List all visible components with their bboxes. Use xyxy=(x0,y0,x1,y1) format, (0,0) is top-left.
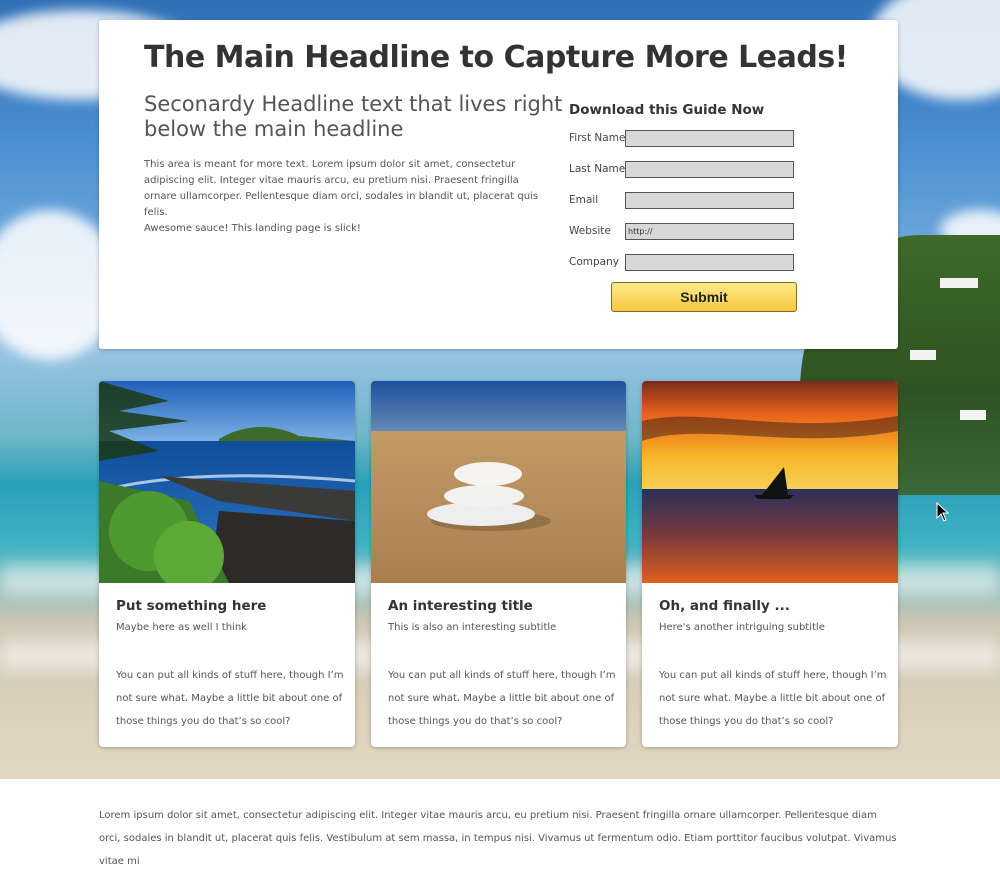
email-input[interactable] xyxy=(625,192,794,209)
card-body: You can put all kinds of stuff here, tho… xyxy=(388,670,616,727)
website-input[interactable] xyxy=(625,223,794,240)
intro-tagline: Awesome sauce! This landing page is slic… xyxy=(144,223,361,234)
company-label: Company xyxy=(569,256,619,268)
card-title: An interesting title xyxy=(388,598,533,614)
company-row: Company xyxy=(569,254,799,274)
card-subtitle: Here's another intriguing subtitle xyxy=(659,622,825,633)
stacked-stones-photo xyxy=(371,381,626,583)
first-name-row: First Name xyxy=(569,130,799,150)
last-name-input[interactable] xyxy=(625,161,794,178)
last-name-label: Last Name xyxy=(569,163,626,175)
secondary-headline: Seconardy Headline text that lives right… xyxy=(144,92,563,141)
footer-text: Lorem ipsum dolor sit amet, consectetur … xyxy=(99,810,897,867)
hillside-house xyxy=(960,410,986,420)
card-body: You can put all kinds of stuff here, tho… xyxy=(659,670,887,727)
feature-card: Oh, and finally ... Here's another intri… xyxy=(642,381,898,747)
feature-card: An interesting title This is also an int… xyxy=(371,381,626,747)
card-subtitle: Maybe here as well I think xyxy=(116,622,247,633)
main-headline: The Main Headline to Capture More Leads! xyxy=(144,40,848,75)
stacked-stones-image xyxy=(371,381,626,583)
feature-card: Put something here Maybe here as well I … xyxy=(99,381,355,747)
rocky-coast-photo xyxy=(99,381,355,583)
first-name-input[interactable] xyxy=(625,130,794,147)
card-title: Oh, and finally ... xyxy=(659,598,790,614)
email-label: Email xyxy=(569,194,599,206)
company-input[interactable] xyxy=(625,254,794,271)
hillside-house xyxy=(910,350,936,360)
submit-button[interactable]: Submit xyxy=(611,282,797,312)
intro-text: This area is meant for more text. Lorem … xyxy=(144,157,539,237)
hillside-house xyxy=(940,278,978,288)
card-title: Put something here xyxy=(116,598,267,614)
first-name-label: First Name xyxy=(569,132,626,144)
intro-paragraph: This area is meant for more text. Lorem … xyxy=(144,159,539,218)
website-row: Website xyxy=(569,223,799,243)
rocky-coast-image xyxy=(99,381,355,583)
lead-capture-panel: The Main Headline to Capture More Leads!… xyxy=(99,20,898,349)
form-title: Download this Guide Now xyxy=(569,102,765,118)
card-body: You can put all kinds of stuff here, tho… xyxy=(116,670,344,727)
mouse-pointer-icon xyxy=(936,502,950,522)
website-label: Website xyxy=(569,225,611,237)
card-subtitle: This is also an interesting subtitle xyxy=(388,622,557,633)
sunset-sailboat-image xyxy=(642,381,898,583)
last-name-row: Last Name xyxy=(569,161,799,181)
email-row: Email xyxy=(569,192,799,212)
sunset-sailboat-photo xyxy=(642,381,898,583)
